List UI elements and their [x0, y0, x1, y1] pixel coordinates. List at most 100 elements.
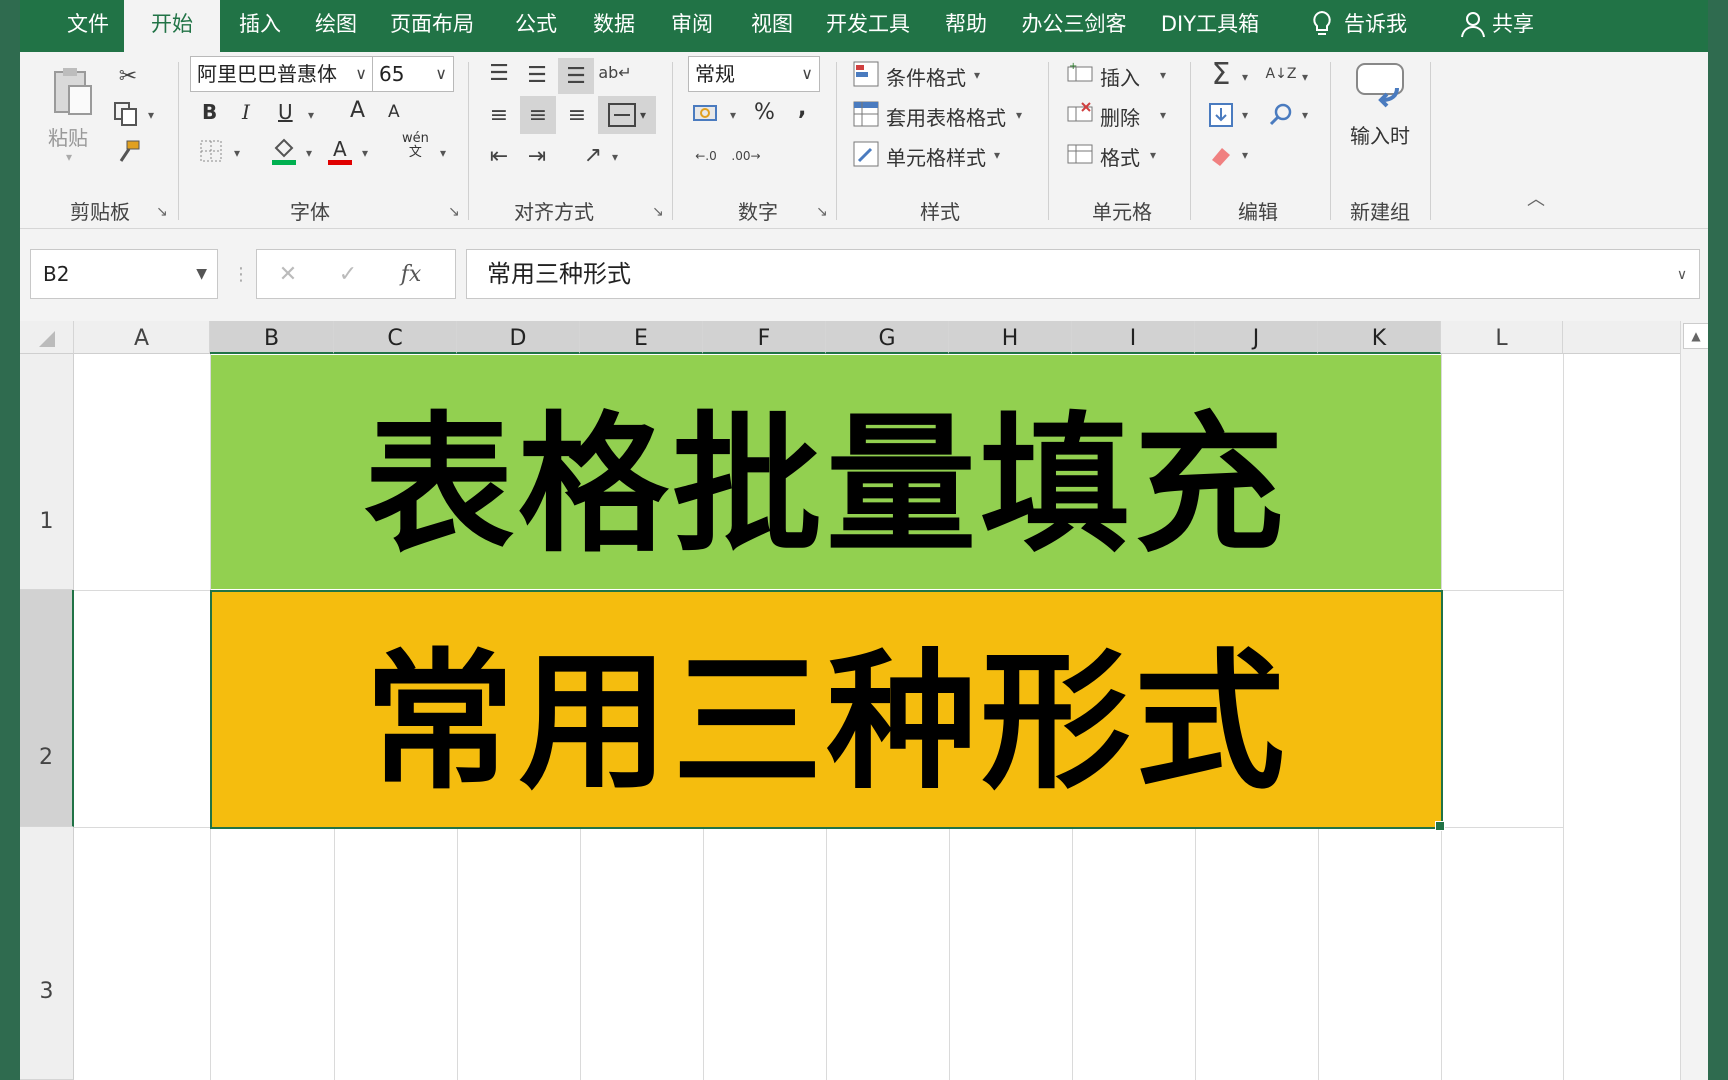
cut-icon[interactable]: ✂	[110, 60, 146, 92]
column-header-j[interactable]: J	[1195, 321, 1318, 354]
percent-button[interactable]: %	[754, 100, 775, 125]
copy-dropdown[interactable]: ▾	[148, 108, 154, 122]
find-select-icon[interactable]	[1264, 98, 1298, 132]
tab-insert[interactable]: 插入	[220, 0, 300, 52]
cell-styles-icon[interactable]	[850, 138, 882, 170]
align-center-icon[interactable]: ≡	[520, 96, 556, 134]
row-header-2[interactable]: 2	[20, 590, 74, 827]
border-dropdown[interactable]: ▾	[234, 146, 240, 160]
scroll-up-arrow-icon[interactable]: ▲	[1683, 323, 1708, 349]
tab-data[interactable]: 数据	[574, 0, 654, 52]
cell-b2-subtitle[interactable]: 常用三种形式	[210, 590, 1443, 829]
align-bottom-icon[interactable]: ☰	[558, 58, 594, 94]
paste-dropdown[interactable]: ▾	[66, 150, 72, 164]
merge-center-icon[interactable]: ▾	[598, 96, 656, 134]
tab-draw[interactable]: 绘图	[296, 0, 376, 52]
paste-label[interactable]: 粘贴	[48, 122, 88, 151]
italic-button[interactable]: I	[242, 100, 250, 124]
cell-b1-title[interactable]: 表格批量填充	[211, 355, 1441, 589]
collapse-ribbon-icon[interactable]: ︿	[1520, 184, 1552, 212]
enter-check-icon[interactable]: ✓	[331, 256, 365, 292]
border-icon[interactable]	[196, 136, 226, 166]
phonetic-dropdown[interactable]: ▾	[440, 146, 446, 160]
insert-cells-button[interactable]: 插入	[1100, 62, 1140, 91]
tab-formulas[interactable]: 公式	[496, 0, 576, 52]
decrease-indent-icon[interactable]: ⇤	[482, 140, 516, 172]
select-all-corner[interactable]	[20, 321, 74, 354]
grow-font-button[interactable]: A	[350, 98, 365, 123]
phonetic-button[interactable]: wén 文	[402, 132, 429, 160]
font-color-icon[interactable]: A	[324, 134, 356, 168]
format-cells-button[interactable]: 格式	[1100, 142, 1140, 171]
format-cells-icon[interactable]	[1064, 138, 1096, 170]
row-header-1[interactable]: 1	[20, 354, 74, 590]
font-name-select[interactable]: 阿里巴巴普惠体 ∨	[190, 56, 374, 92]
formula-input[interactable]: 常用三种形式	[466, 249, 1700, 299]
column-header-b[interactable]: B	[210, 321, 334, 354]
format-painter-icon[interactable]	[110, 136, 146, 168]
format-as-table-dropdown[interactable]: ▾	[1016, 108, 1022, 122]
tell-me-box[interactable]: 告诉我	[1344, 0, 1407, 52]
cancel-icon[interactable]: ✕	[271, 256, 305, 292]
autosum-dropdown[interactable]: ▾	[1242, 70, 1248, 84]
tab-page-layout[interactable]: 页面布局	[372, 0, 492, 52]
format-as-table-button[interactable]: 套用表格格式	[886, 102, 1006, 131]
align-top-icon[interactable]: ☰	[482, 56, 516, 90]
column-header-d[interactable]: D	[457, 321, 580, 354]
conditional-format-dropdown[interactable]: ▾	[974, 68, 980, 82]
number-launcher-icon[interactable]: ↘	[816, 204, 828, 220]
lightbulb-icon[interactable]	[1310, 0, 1334, 52]
delete-cells-icon[interactable]	[1064, 98, 1096, 130]
orientation-dropdown[interactable]: ▾	[612, 150, 618, 164]
font-launcher-icon[interactable]: ↘	[448, 204, 460, 220]
column-header-l[interactable]: L	[1441, 321, 1563, 354]
autosum-icon[interactable]: Σ	[1204, 56, 1238, 92]
row-header-3[interactable]: 3	[20, 827, 74, 1080]
underline-dropdown[interactable]: ▾	[308, 108, 314, 122]
clear-eraser-icon[interactable]	[1204, 138, 1238, 172]
comma-style-button[interactable]: ,	[798, 96, 806, 121]
delete-cells-button[interactable]: 删除	[1100, 102, 1140, 131]
fill-handle[interactable]	[1435, 821, 1445, 831]
copy-icon[interactable]	[108, 98, 144, 130]
tab-help[interactable]: 帮助	[926, 0, 1006, 52]
vertical-scrollbar[interactable]: ▲	[1680, 321, 1708, 1080]
tab-home[interactable]: 开始	[124, 0, 220, 52]
increase-indent-icon[interactable]: ⇥	[520, 140, 554, 172]
tab-developer[interactable]: 开发工具	[808, 0, 928, 52]
wrap-text-icon[interactable]: ab↵	[598, 56, 632, 90]
format-cells-dropdown[interactable]: ▾	[1150, 148, 1156, 162]
bold-button[interactable]: B	[202, 100, 217, 124]
clipboard-launcher-icon[interactable]: ↘	[156, 204, 168, 220]
tab-file[interactable]: 文件	[40, 0, 136, 52]
cell-styles-dropdown[interactable]: ▾	[994, 148, 1000, 162]
align-right-icon[interactable]: ≡	[560, 98, 594, 132]
find-select-dropdown[interactable]: ▾	[1302, 108, 1308, 122]
formula-bar-grip-icon[interactable]: ⋮	[232, 257, 250, 291]
alignment-launcher-icon[interactable]: ↘	[652, 204, 664, 220]
name-box[interactable]: B2 ▼	[30, 249, 218, 299]
shrink-font-button[interactable]: A	[388, 102, 400, 122]
conditional-format-button[interactable]: 条件格式	[886, 62, 966, 91]
accounting-format-icon[interactable]	[688, 98, 724, 132]
font-size-select[interactable]: 65 ∨	[372, 56, 454, 92]
clear-dropdown[interactable]: ▾	[1242, 148, 1248, 162]
tab-office-tools[interactable]: 办公三剑客	[1004, 0, 1144, 52]
insert-cells-icon[interactable]: +	[1064, 58, 1096, 90]
increase-decimal-icon[interactable]: ←.0	[688, 140, 724, 172]
align-left-icon[interactable]: ≡	[482, 98, 516, 132]
align-middle-icon[interactable]: ☰	[520, 58, 554, 92]
insert-cells-dropdown[interactable]: ▾	[1160, 68, 1166, 82]
column-header-e[interactable]: E	[580, 321, 703, 354]
fill-down-icon[interactable]	[1204, 98, 1238, 132]
underline-button[interactable]: U	[278, 100, 293, 124]
worksheet-grid[interactable]: A B C D E F G H I J K L 1 2 3 表格批量填充 常用三…	[20, 321, 1708, 1080]
decrease-decimal-icon[interactable]: .00→	[728, 140, 764, 172]
paste-icon[interactable]	[42, 62, 102, 122]
column-header-k[interactable]: K	[1318, 321, 1441, 354]
fill-color-dropdown[interactable]: ▾	[306, 146, 312, 160]
fill-down-dropdown[interactable]: ▾	[1242, 108, 1248, 122]
orientation-icon[interactable]: ↗	[576, 138, 610, 172]
column-header-g[interactable]: G	[826, 321, 949, 354]
expand-formula-icon[interactable]: ∨	[1670, 263, 1694, 287]
